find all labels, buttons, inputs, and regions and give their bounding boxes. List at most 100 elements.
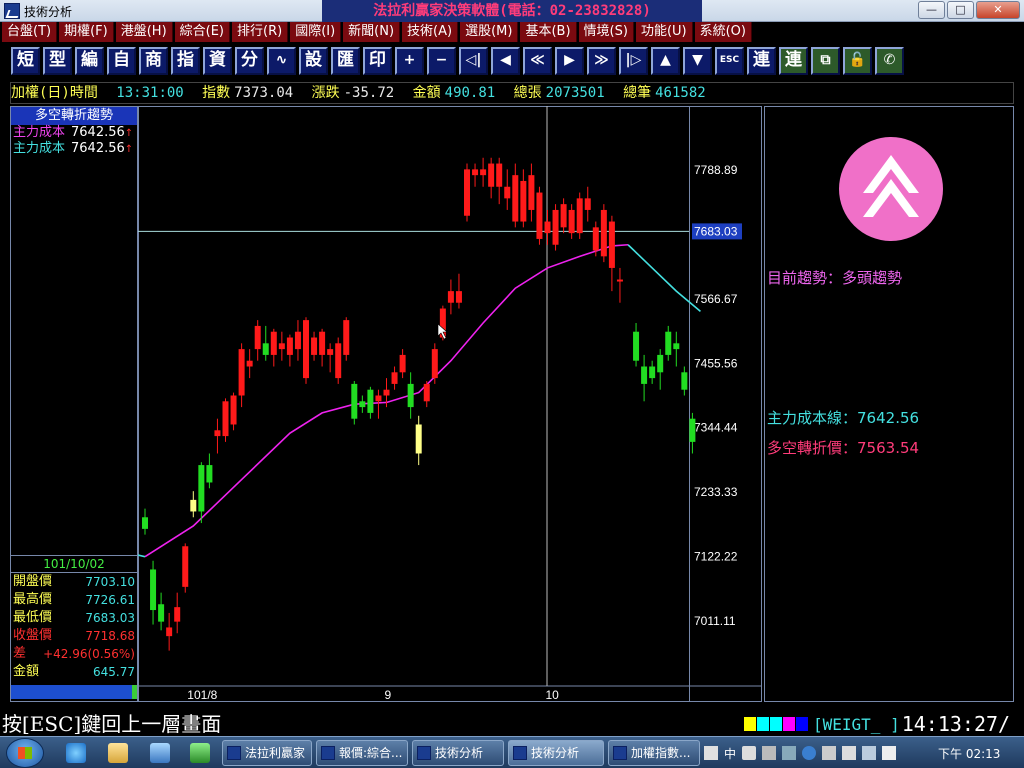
toolbar-button[interactable]: 短 [11,47,40,75]
toolbar-button[interactable]: ◁| [459,47,488,75]
title-bar: 技術分析 法拉利贏家決策軟體(電話：02-23832828) — □ ✕ [0,0,1024,22]
toolbar-button[interactable]: ESC [715,47,744,75]
toolbar-button[interactable]: ▼ [683,47,712,75]
toolbar-button[interactable]: 印 [363,47,392,75]
taskbar-clock[interactable]: 下午 02:13 [938,745,1000,762]
candle-body [665,331,672,355]
indicator-title[interactable]: 多空轉折趨勢 [11,107,137,125]
toolbar-button[interactable]: + [395,47,424,75]
toolbar-button[interactable]: 型 [43,47,72,75]
toolbar-button[interactable]: − [427,47,456,75]
app-launcher-icon[interactable] [190,743,210,763]
toolbar-button[interactable]: ∿ [267,47,296,75]
chart-svg[interactable]: 7788.89 7683.03 7566.67 7455.56 7344.44 7233.… [138,106,762,702]
ohlc-row: 金額 645.77 [11,663,137,681]
menu-item[interactable]: 台盤(T) [2,22,58,42]
change-value: -35.72 [343,85,395,101]
candle-body [359,401,366,408]
toolbar-button[interactable]: ✆ [875,47,904,75]
taskbar-task[interactable]: 技術分析 [412,740,504,766]
folder-icon[interactable] [108,743,128,763]
menu-item[interactable]: 技術(A) [402,22,459,42]
toolbar-button[interactable]: 連 [747,47,776,75]
cost-value: 7642.56 [71,141,125,156]
browser-icon[interactable] [66,743,86,763]
candle-body [150,569,157,611]
minimize-button[interactable]: — [918,1,945,19]
up-arrow-icon: ↑ [124,144,134,155]
toolbar-button[interactable]: 資 [203,47,232,75]
toolbar-button[interactable]: ≫ [587,47,616,75]
candle-body [633,331,640,361]
toolbar-button[interactable]: 指 [171,47,200,75]
menu-item[interactable]: 綜合(E) [174,22,230,42]
start-button[interactable] [6,738,44,768]
toolbar-button[interactable]: ▶ [555,47,584,75]
task-app-icon [513,746,527,760]
candle-body [166,627,173,637]
candle-body [222,401,229,437]
task-app-icon [227,746,241,760]
toolbar-button[interactable]: 🔓 [843,47,872,75]
menu-item[interactable]: 港盤(H) [115,22,173,42]
toolbar-button[interactable]: ◀ [491,47,520,75]
menu-item[interactable]: 排行(R) [232,22,289,42]
settings-icon[interactable] [822,746,837,760]
menu-item[interactable]: 基本(B) [520,22,577,42]
candle-body [214,430,221,437]
menu-item[interactable]: 情境(S) [578,22,634,42]
status-swatch [770,717,782,731]
y-tick-label: 7233.33 [694,485,738,499]
ohlc-row: 開盤價 7703.10 [11,573,137,591]
candle-body [142,517,148,529]
ime-mode-icon[interactable] [742,746,757,760]
toolbar-button[interactable]: 編 [75,47,104,75]
volume-icon[interactable] [882,746,897,760]
menu-item[interactable]: 新聞(N) [343,22,401,42]
menu-item[interactable]: 期權(F) [59,22,114,42]
media-icon[interactable] [150,743,170,763]
ime-tool-icon[interactable] [782,746,797,760]
candle-body [447,291,454,303]
maximize-button[interactable]: □ [947,1,974,19]
toolbar-button[interactable]: 連 [779,47,808,75]
vendor-banner: 法拉利贏家決策軟體(電話：02-23832828) [322,0,702,22]
toolbar-button[interactable]: 匯 [331,47,360,75]
menu-item[interactable]: 系統(O) [694,22,752,42]
toolbar-button[interactable]: ⧉ [811,47,840,75]
candle-body [415,424,422,454]
y-tick-label: 7788.89 [694,163,738,177]
toolbar-button[interactable]: 分 [235,47,264,75]
ohlc-label: 收盤價 [13,628,53,643]
toolbar-button[interactable]: |▷ [619,47,648,75]
menu-item[interactable]: 國際(I) [290,22,342,42]
taskbar-task[interactable]: 加權指數... [608,740,700,766]
x-tick-label: 101/8 [187,688,217,702]
taskbar-task[interactable]: 法拉利贏家 [222,740,312,766]
keyboard-icon[interactable] [704,746,718,760]
y-tick-label: 7566.67 [694,292,738,306]
flag-icon[interactable] [842,746,857,760]
trades-label: 總筆 [623,85,652,101]
candle-body [552,209,559,245]
taskbar-task[interactable]: 技術分析 [508,740,604,766]
candle-body [407,383,414,408]
candle-body [399,354,406,373]
toolbar-button[interactable]: 自 [107,47,136,75]
menu-item[interactable]: 功能(U) [635,22,693,42]
toolbar-button[interactable]: ▲ [651,47,680,75]
ime-indicator[interactable]: 中 [724,745,736,762]
symbol-code: [WEIGT_ ] [813,714,900,734]
toolbar-button[interactable]: 商 [139,47,168,75]
toolbar-button[interactable]: ≪ [523,47,552,75]
close-button[interactable]: ✕ [976,1,1020,19]
toolbar-button[interactable]: 設 [299,47,328,75]
taskbar-task[interactable]: 報價:綜合... [316,740,408,766]
menu-item[interactable]: 選股(M) [460,22,519,42]
candlestick-chart[interactable]: 7788.89 7683.03 7566.67 7455.56 7344.44 7233.… [138,106,762,702]
network-icon[interactable] [862,746,877,760]
ime-punct-icon[interactable] [762,746,777,760]
help-icon[interactable] [802,746,817,760]
status-swatch [744,717,756,731]
ohlc-value: 7726.61 [85,593,135,607]
